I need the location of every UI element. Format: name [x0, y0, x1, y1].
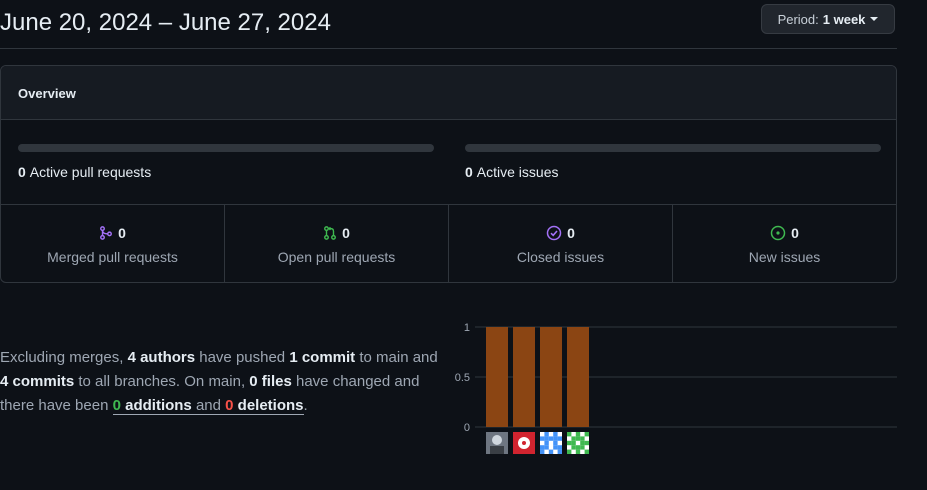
stat-label: Open pull requests: [277, 249, 396, 265]
stat-count: 0: [118, 225, 126, 241]
summary-text: to all branches. On main,: [74, 373, 250, 390]
date-range-title: June 20, 2024 – June 27, 2024: [0, 9, 331, 36]
stat-label: Merged pull requests: [47, 249, 178, 265]
y-tick-label: 0.5: [455, 372, 470, 384]
active-prs-label: Active pull requests: [29, 164, 152, 180]
main-commits-count: 1 commit: [289, 349, 356, 366]
chart-bar[interactable]: [567, 327, 589, 427]
issue-closed-icon: [546, 225, 562, 241]
summary-text: to main and: [355, 349, 438, 366]
active-prs-count: 0: [18, 164, 26, 180]
author-avatar[interactable]: [486, 432, 508, 454]
summary-text: Excluding merges,: [0, 349, 128, 366]
git-pull-request-icon: [324, 226, 337, 240]
summary-text: .: [303, 397, 308, 414]
period-value: 1 week: [822, 11, 866, 27]
page-header: June 20, 2024 – June 27, 2024 Period: 1 …: [0, 0, 897, 49]
stat-merged-prs[interactable]: 0 Merged pull requests: [1, 205, 225, 282]
stat-count: 0: [567, 225, 575, 241]
stat-count: 0: [791, 225, 799, 241]
additions-count: 0: [112, 397, 121, 414]
active-prs-link[interactable]: 0 Active pull requests: [18, 164, 151, 180]
overview-progress-section: 0 Active pull requests 0 Active issues: [1, 120, 896, 205]
period-label: Period:: [777, 11, 819, 27]
stat-open-prs[interactable]: 0 Open pull requests: [225, 205, 449, 282]
overview-box: Overview 0 Active pull requests 0 Active i…: [0, 65, 897, 283]
chart-bar[interactable]: [513, 327, 535, 427]
overview-stats: 0 Merged pull requests 0 Open pull reque…: [1, 205, 896, 282]
deletions-count: 0: [225, 397, 234, 414]
summary-text: have pushed: [195, 349, 290, 366]
files-changed-count: 0 files: [249, 373, 292, 390]
git-merge-icon: [100, 226, 113, 240]
stat-label: New issues: [748, 249, 821, 265]
period-select-button[interactable]: Period: 1 week: [761, 4, 895, 34]
issue-opened-icon: [770, 225, 786, 241]
active-issues-count: 0: [465, 164, 473, 180]
authors-count: 4 authors: [127, 349, 196, 366]
stat-count: 0: [342, 225, 350, 241]
overview-header: Overview: [1, 66, 896, 120]
active-issues-label: Active issues: [476, 164, 559, 180]
active-issues-bar: [465, 144, 881, 152]
all-commits-count: 4 commits: [0, 373, 75, 390]
active-issues-link[interactable]: 0 Active issues: [465, 164, 559, 180]
additions-deletions-link[interactable]: 0 additions and 0 deletions: [112, 397, 304, 415]
author-avatar[interactable]: [513, 432, 535, 454]
summary-text: and: [191, 397, 226, 414]
author-avatar[interactable]: [567, 432, 589, 454]
chart-bar[interactable]: [540, 327, 562, 427]
chart-bar[interactable]: [486, 327, 508, 427]
stat-label: Closed issues: [516, 249, 605, 265]
y-tick-label: 1: [464, 322, 470, 334]
stat-closed-issues[interactable]: 0 Closed issues: [449, 205, 673, 282]
deletions-word: deletions: [237, 397, 304, 414]
stat-new-issues[interactable]: 0 New issues: [673, 205, 896, 282]
overview-title: Overview: [18, 86, 76, 101]
commits-by-author-chart: 00.51: [455, 322, 897, 454]
caret-down-icon: [870, 17, 879, 21]
active-prs-bar: [18, 144, 434, 152]
y-tick-label: 0: [464, 422, 470, 434]
additions-word: additions: [125, 397, 192, 414]
author-avatar[interactable]: [540, 432, 562, 454]
commit-summary: Excluding merges, 4 authors have pushed …: [0, 346, 445, 418]
